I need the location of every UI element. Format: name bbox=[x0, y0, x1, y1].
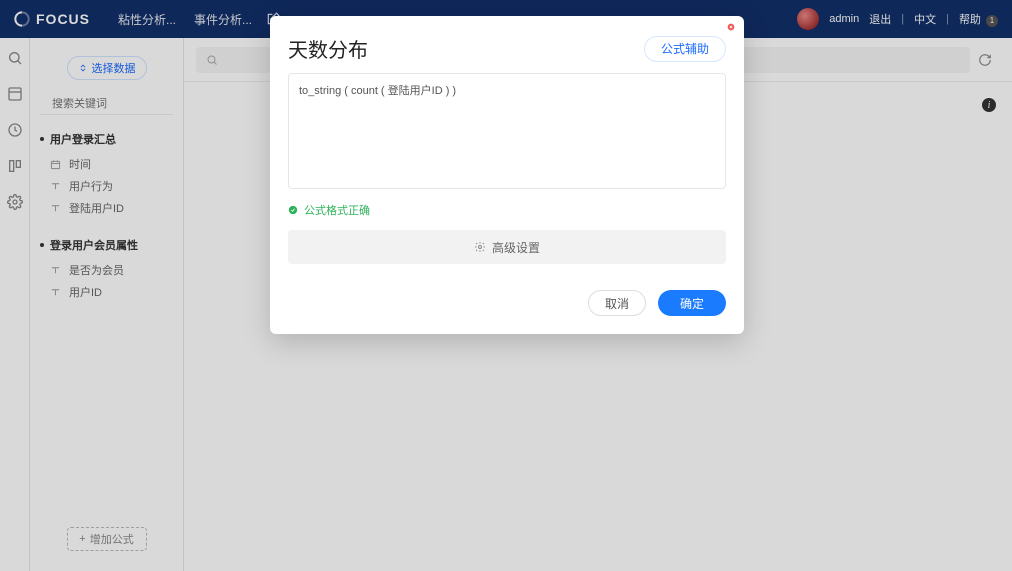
close-icon[interactable] bbox=[726, 22, 736, 32]
formula-valid-status: 公式格式正确 bbox=[288, 202, 726, 218]
confirm-button[interactable]: 确定 bbox=[658, 290, 726, 316]
formula-assist-button[interactable]: 公式辅助 bbox=[644, 36, 726, 62]
formula-input[interactable] bbox=[288, 73, 726, 189]
advanced-settings-button[interactable]: 高级设置 bbox=[288, 230, 726, 264]
gear-icon bbox=[474, 241, 486, 253]
check-circle-icon bbox=[288, 205, 298, 215]
formula-modal: 天数分布 公式辅助 公式格式正确 高级设置 取消 确定 bbox=[270, 16, 744, 334]
modal-title: 天数分布 bbox=[288, 34, 368, 63]
cancel-button[interactable]: 取消 bbox=[588, 290, 646, 316]
